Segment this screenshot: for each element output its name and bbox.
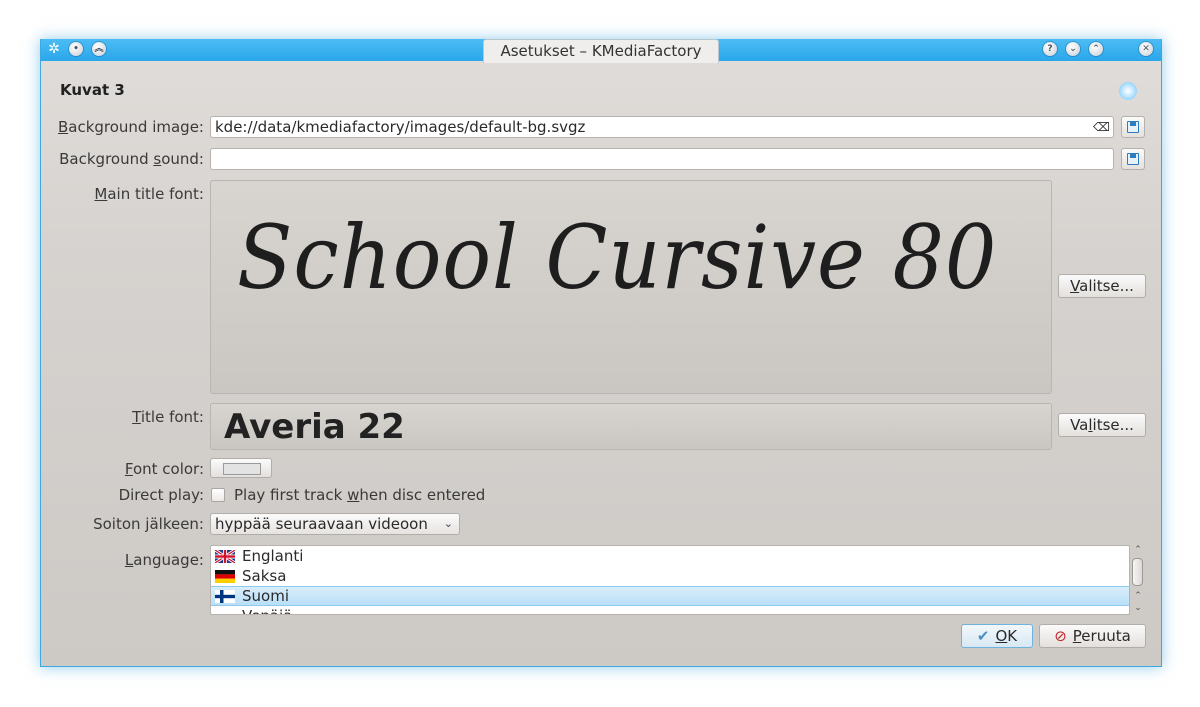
direct-play-checkbox-label[interactable]: Play first track when disc entered: [234, 486, 485, 504]
title-font-preview: Averia 22: [210, 403, 1052, 450]
cancel-icon: ⊘: [1054, 627, 1067, 645]
background-image-input[interactable]: kde://data/kmediafactory/images/default-…: [210, 116, 1114, 138]
main-title-font-preview-text: School Cursive 80: [237, 206, 998, 309]
color-swatch: [223, 463, 261, 475]
russia-flag-icon: [215, 610, 235, 614]
title-font-label: Title font:: [132, 408, 204, 426]
choose-title-font-button[interactable]: Valitse...: [1058, 413, 1146, 437]
browse-background-image-button[interactable]: [1121, 116, 1145, 138]
browse-background-sound-button[interactable]: [1121, 148, 1145, 170]
uk-flag-icon: [215, 550, 235, 563]
minimize-icon[interactable]: ⌄: [1066, 42, 1080, 56]
scroll-up-icon[interactable]: ⌃: [1132, 591, 1144, 601]
cancel-button[interactable]: ⊘ Peruuta: [1039, 624, 1146, 648]
main-title-font-preview: School Cursive 80: [210, 180, 1052, 394]
font-color-label: Font color:: [124, 460, 204, 478]
language-scrollbar[interactable]: ⌃ ⌃ ⌄: [1131, 545, 1145, 615]
direct-play-label: Direct play:: [118, 486, 204, 504]
list-item[interactable]: Englanti: [211, 546, 1129, 566]
title-font-preview-text: Averia 22: [224, 407, 405, 447]
settings-page-icon: [1119, 82, 1137, 100]
background-sound-input[interactable]: [210, 148, 1114, 170]
ok-button[interactable]: ✔ OK: [961, 624, 1033, 648]
floppy-icon: [1127, 153, 1139, 165]
keep-on-all-desktops-icon[interactable]: •: [69, 42, 83, 56]
check-icon: ✔: [976, 627, 990, 645]
background-image-value: kde://data/kmediafactory/images/default-…: [215, 118, 586, 136]
list-item[interactable]: Venäjä: [211, 606, 1129, 614]
list-item-label: Englanti: [242, 547, 304, 565]
scroll-down-icon[interactable]: ⌄: [1132, 603, 1144, 613]
scroll-up-icon[interactable]: ⌃: [1132, 545, 1144, 555]
help-icon[interactable]: ?: [1043, 42, 1057, 56]
maximize-icon[interactable]: ⌃: [1089, 42, 1103, 56]
after-play-select[interactable]: hyppää seuraavaan videoon ⌄: [210, 513, 460, 535]
language-list[interactable]: Englanti Saksa Suomi Venäjä: [210, 545, 1130, 615]
list-item-label: Venäjä: [242, 606, 292, 614]
close-icon[interactable]: ✕: [1139, 42, 1153, 56]
direct-play-checkbox[interactable]: [211, 488, 225, 502]
list-item[interactable]: Saksa: [211, 566, 1129, 586]
after-play-label: Soiton jälkeen:: [93, 515, 204, 533]
after-play-selected-value: hyppää seuraavaan videoon: [215, 515, 428, 533]
list-item-label: Saksa: [242, 567, 287, 585]
scroll-thumb[interactable]: [1132, 558, 1143, 586]
title-bar[interactable]: ✲ • ︽ Asetukset – KMediaFactory ? ⌄ ⌃ ✕: [41, 39, 1161, 63]
language-label: Language:: [124, 551, 204, 569]
background-sound-label: Background sound:: [59, 150, 204, 168]
germany-flag-icon: [215, 570, 235, 583]
settings-dialog: ✲ • ︽ Asetukset – KMediaFactory ? ⌄ ⌃ ✕ …: [40, 39, 1162, 667]
font-color-button[interactable]: [210, 458, 272, 478]
app-menu-icon[interactable]: ✲: [46, 41, 62, 57]
page-title: Kuvat 3: [60, 81, 125, 99]
window-title: Asetukset – KMediaFactory: [483, 39, 719, 63]
main-title-font-label: Main title font:: [94, 185, 204, 203]
keep-above-icon[interactable]: ︽: [92, 42, 106, 56]
list-item-label: Suomi: [242, 587, 289, 605]
chevron-down-icon: ⌄: [443, 517, 453, 530]
list-item-selected[interactable]: Suomi: [211, 586, 1129, 606]
background-image-label: Background image:: [57, 118, 204, 136]
clear-text-icon[interactable]: ⌫: [1093, 121, 1110, 133]
floppy-icon: [1127, 121, 1139, 133]
finland-flag-icon: [215, 590, 235, 603]
choose-main-title-font-button[interactable]: Valitse...: [1058, 274, 1146, 298]
